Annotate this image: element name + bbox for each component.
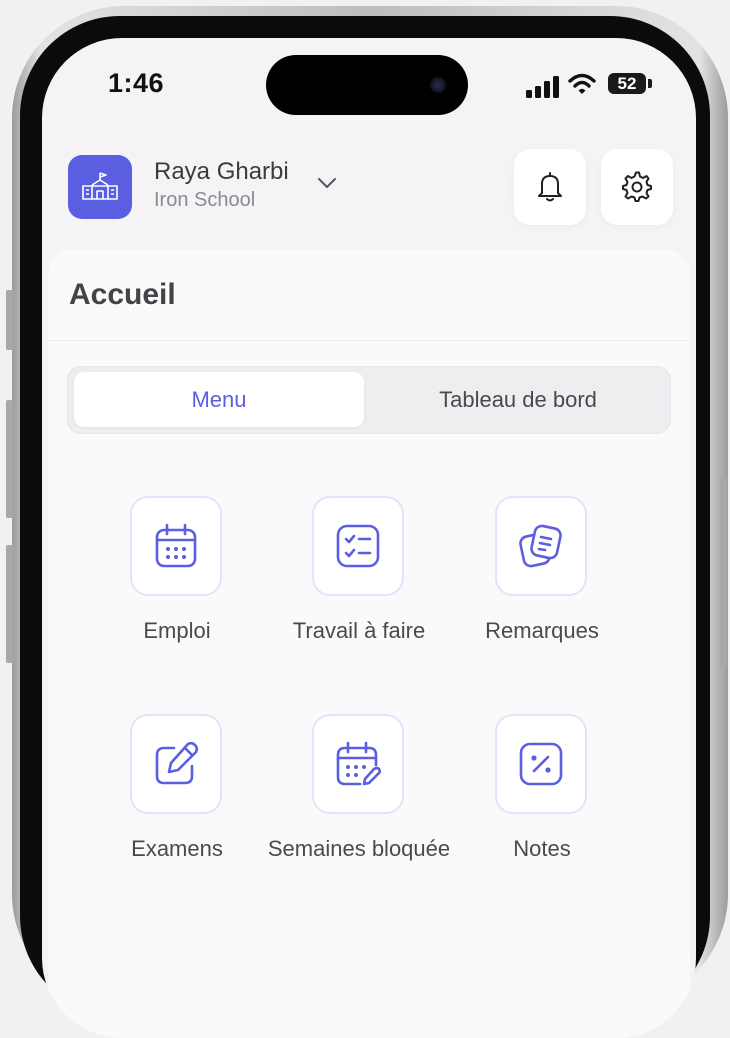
battery-level: 52: [617, 73, 637, 93]
battery-icon: 52: [608, 73, 646, 94]
tile-icon-box: [130, 496, 222, 596]
percent-icon: [519, 742, 563, 786]
tile-icon-box: [495, 496, 587, 596]
front-camera: [430, 77, 446, 93]
school-name: Iron School: [154, 189, 256, 211]
tile-icon-box: [495, 714, 587, 814]
cellular-signal-icon: [526, 76, 559, 98]
tab-menu[interactable]: Menu: [74, 372, 364, 427]
edit-pen-icon: [155, 741, 199, 785]
user-name: Raya Gharbi: [154, 158, 289, 185]
wifi-icon: [568, 73, 596, 94]
title-divider: [48, 340, 690, 341]
tile-label: Emploi: [143, 618, 211, 643]
settings-button[interactable]: [601, 149, 673, 225]
notifications-button[interactable]: [514, 149, 586, 225]
volume-up-button: [6, 400, 13, 518]
action-button: [6, 290, 13, 350]
tile-icon-box: [312, 714, 404, 814]
checklist-icon: [336, 524, 380, 568]
battery-cap: [648, 79, 652, 88]
tile-label: Examens: [131, 836, 223, 861]
dynamic-island: [266, 55, 468, 115]
chevron-down-icon[interactable]: [316, 176, 338, 190]
segmented-control: Menu Tableau de bord: [67, 366, 671, 434]
tile-icon-box: [312, 496, 404, 596]
tile-label: Notes: [513, 836, 571, 861]
home-card: Accueil Menu Tableau de bord Emploi Trav…: [48, 250, 690, 1038]
app-screen: 1:46 52 Raya Gharbi Iron School Accueil …: [42, 38, 696, 1038]
page-title: Accueil: [69, 278, 176, 311]
status-time: 1:46: [108, 68, 165, 98]
school-logo[interactable]: [68, 155, 132, 219]
tile-label: Semaines bloquée: [267, 836, 451, 861]
bell-icon: [538, 172, 562, 202]
calendar-icon: [155, 523, 197, 568]
school-logo-icon: [82, 172, 118, 200]
tile-icon-box: [130, 714, 222, 814]
gear-icon: [622, 171, 652, 202]
power-button: [720, 478, 727, 668]
notes-stack-icon: [519, 524, 562, 568]
tile-label: Remarques: [485, 618, 599, 643]
volume-down-button: [6, 545, 13, 663]
tab-dashboard[interactable]: Tableau de bord: [372, 372, 664, 427]
calendar-edit-icon: [336, 741, 382, 786]
tile-label: Travail à faire: [292, 618, 426, 643]
